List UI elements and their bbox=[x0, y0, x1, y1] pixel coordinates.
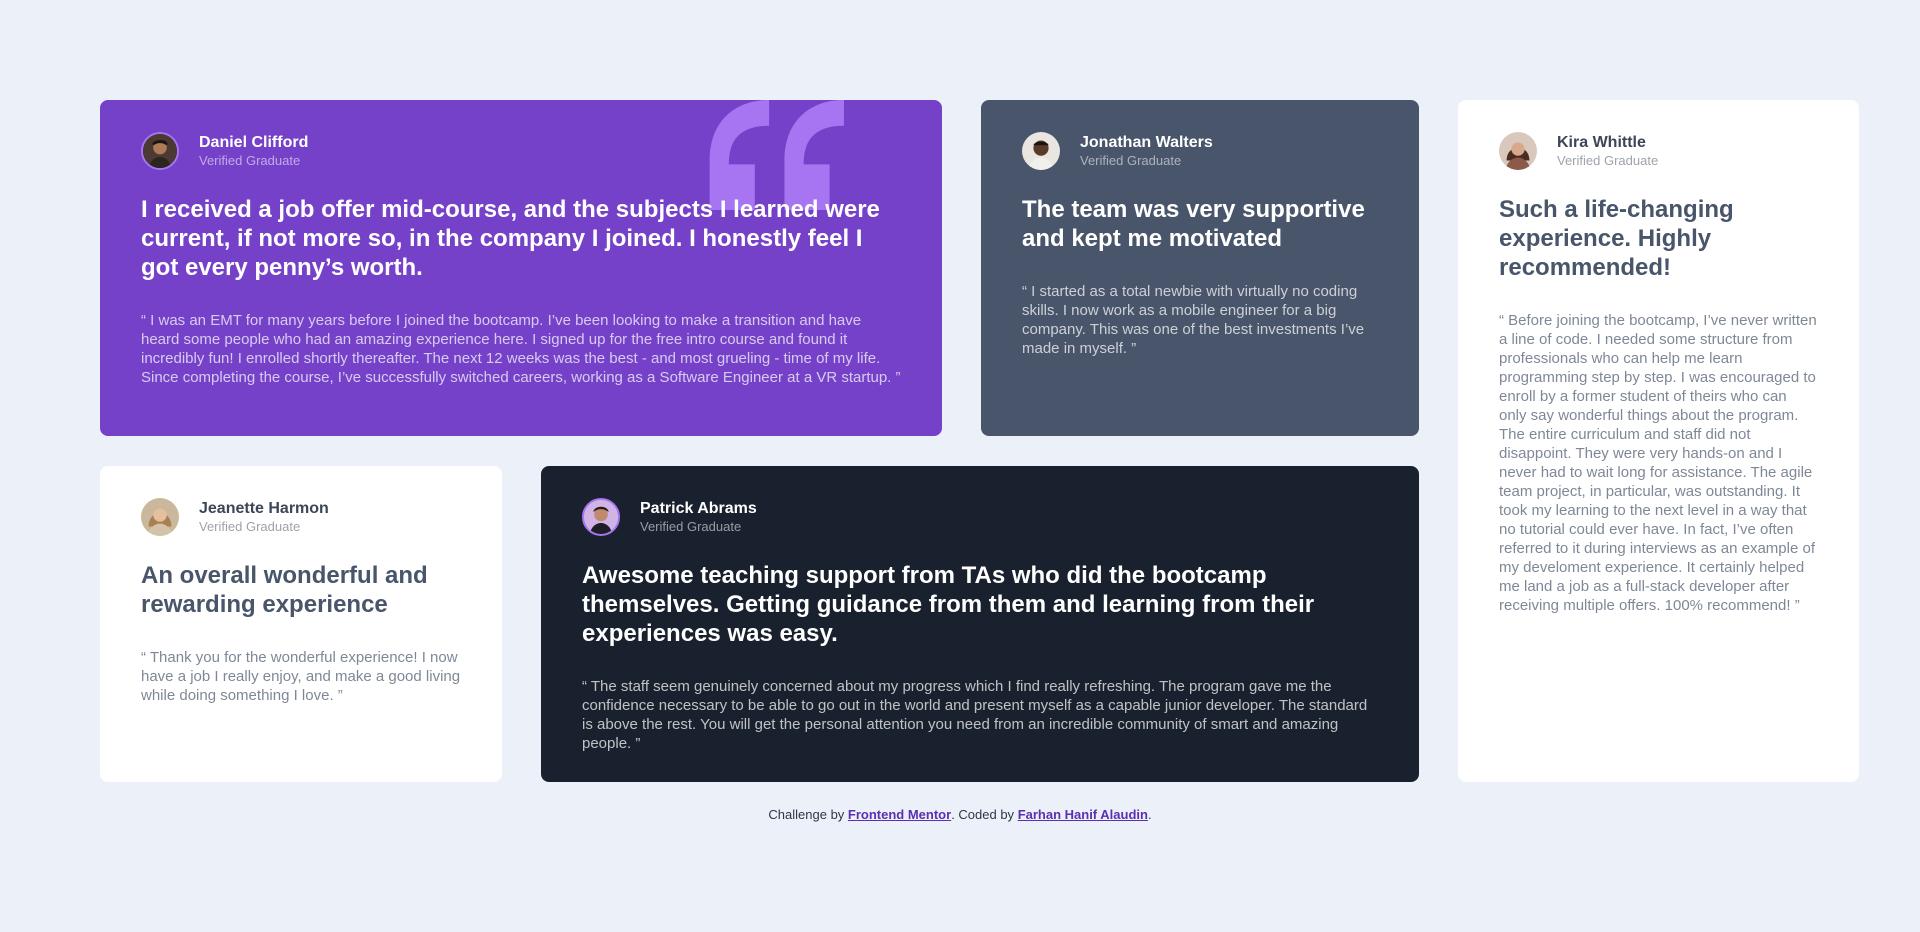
author-name: Kira Whittle bbox=[1557, 134, 1646, 151]
author: Patrick Abrams Verified Graduate bbox=[582, 497, 1378, 537]
testimonials-grid: Daniel Clifford Verified Graduate I rece… bbox=[100, 100, 1859, 782]
attribution-suffix: . bbox=[1147, 807, 1152, 822]
avatar bbox=[141, 132, 179, 170]
testimonial-body: “ Thank you for the wonderful experience… bbox=[141, 649, 461, 704]
attribution-middle: . Coded by bbox=[951, 807, 1018, 822]
author: Jonathan Walters Verified Graduate bbox=[1022, 131, 1378, 171]
testimonial-headline: I received a job offer mid-course, and t… bbox=[141, 196, 880, 281]
author-name: Jonathan Walters bbox=[1080, 134, 1213, 151]
testimonial-headline: Awesome teaching support from TAs who di… bbox=[582, 562, 1315, 647]
testimonial-card-daniel: Daniel Clifford Verified Graduate I rece… bbox=[100, 100, 942, 436]
testimonial-headline: An overall wonderful and rewarding exper… bbox=[141, 562, 428, 618]
author-name: Daniel Clifford bbox=[199, 134, 309, 151]
avatar-icon bbox=[141, 498, 179, 536]
author-link[interactable]: Farhan Hanif Alaudin bbox=[1018, 807, 1148, 822]
testimonial-card-jeanette: Jeanette Harmon Verified Graduate An ove… bbox=[100, 466, 502, 782]
attribution-footer: Challenge by Frontend Mentor. Coded by F… bbox=[0, 806, 1920, 823]
testimonial-card-patrick: Patrick Abrams Verified Graduate Awesome… bbox=[541, 466, 1419, 782]
avatar bbox=[1499, 132, 1537, 170]
avatar-icon bbox=[584, 500, 618, 534]
author-name: Jeanette Harmon bbox=[199, 500, 329, 517]
avatar-icon bbox=[1499, 132, 1537, 170]
author-role: Verified Graduate bbox=[1557, 153, 1659, 168]
attribution-prefix: Challenge by bbox=[768, 807, 848, 822]
author-role: Verified Graduate bbox=[640, 519, 742, 534]
author: Kira Whittle Verified Graduate bbox=[1499, 131, 1818, 171]
author: Daniel Clifford Verified Graduate bbox=[141, 131, 901, 171]
author-role: Verified Graduate bbox=[199, 153, 301, 168]
testimonial-headline: Such a life-changing experience. Highly … bbox=[1499, 196, 1734, 281]
author-role: Verified Graduate bbox=[199, 519, 301, 534]
testimonial-body: “ I was an EMT for many years before I j… bbox=[141, 312, 901, 386]
testimonial-body: “ Before joining the bootcamp, I’ve neve… bbox=[1499, 312, 1817, 614]
testimonial-body: “ The staff seem genuinely concerned abo… bbox=[582, 678, 1368, 752]
testimonial-headline: The team was very supportive and kept me… bbox=[1022, 196, 1365, 252]
avatar bbox=[1022, 132, 1060, 170]
testimonial-card-jonathan: Jonathan Walters Verified Graduate The t… bbox=[981, 100, 1419, 436]
author: Jeanette Harmon Verified Graduate bbox=[141, 497, 461, 537]
testimonial-body: “ I started as a total newbie with virtu… bbox=[1022, 283, 1365, 357]
author-role: Verified Graduate bbox=[1080, 153, 1182, 168]
frontend-mentor-link[interactable]: Frontend Mentor bbox=[848, 807, 951, 822]
avatar bbox=[141, 498, 179, 536]
author-name: Patrick Abrams bbox=[640, 500, 757, 517]
avatar bbox=[582, 498, 620, 536]
avatar-icon bbox=[143, 134, 177, 168]
testimonial-card-kira: Kira Whittle Verified Graduate Such a li… bbox=[1458, 100, 1859, 782]
avatar-icon bbox=[1022, 132, 1060, 170]
